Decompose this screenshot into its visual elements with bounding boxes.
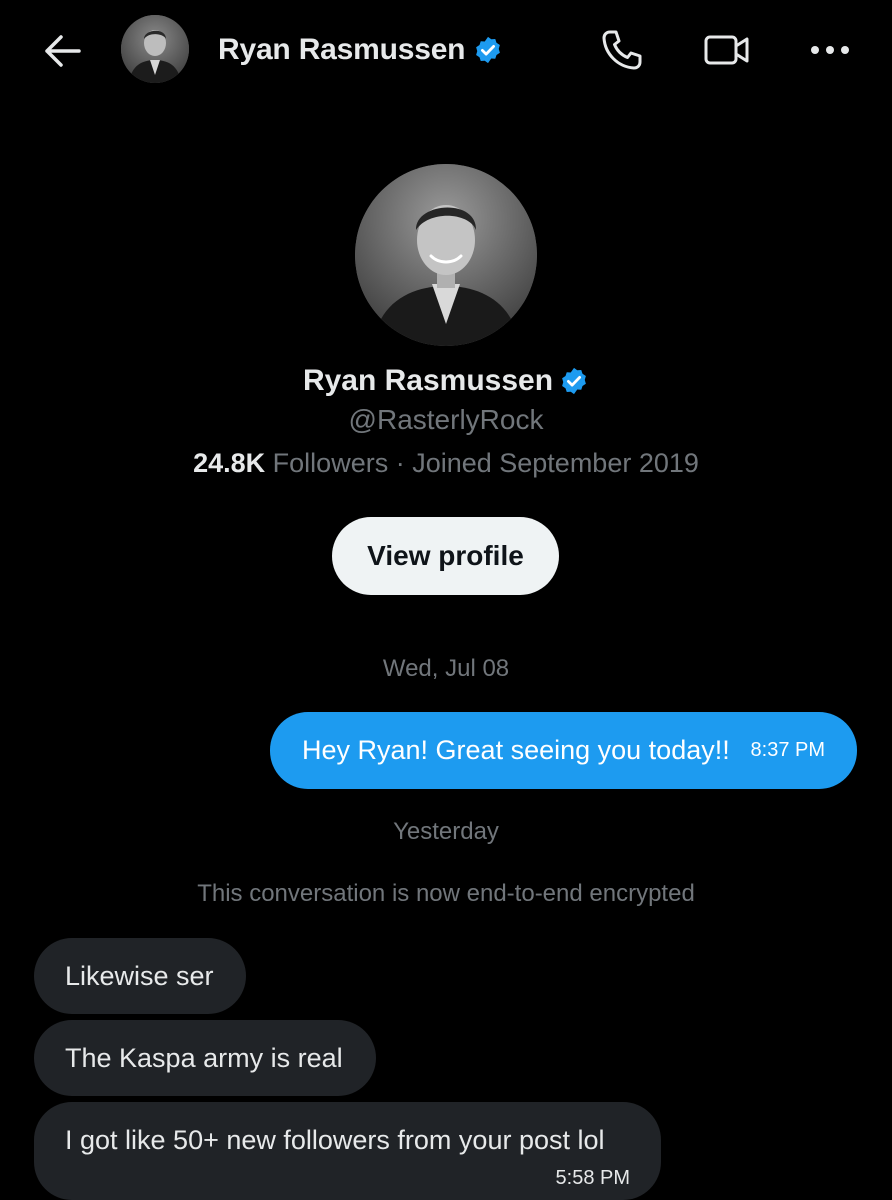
message-text: I got like 50+ new followers from your p… [65,1125,605,1155]
header-title[interactable]: Ryan Rasmussen [218,30,503,70]
chat-header: Ryan Rasmussen [0,0,892,98]
outgoing-message[interactable]: Hey Ryan! Great seeing you today!! 8:37 … [270,712,857,789]
profile-avatar[interactable] [355,164,537,346]
verified-badge-icon [559,366,589,396]
video-call-button[interactable] [701,24,753,76]
message-time: 5:58 PM [555,1167,630,1189]
profile-name: Ryan Rasmussen [0,360,892,402]
header-avatar[interactable] [121,15,189,83]
followers-joined-text: Followers · Joined September 2019 [272,448,699,478]
followers-count: 24.8K [193,448,266,478]
verified-badge-icon [473,35,503,65]
message-text: Likewise ser [65,961,214,991]
back-button[interactable] [36,26,86,76]
date-separator: Yesterday [393,818,499,845]
more-options-button[interactable] [804,24,856,76]
arrow-left-icon [39,31,83,71]
view-profile-button[interactable]: View profile [332,517,559,595]
profile-name-text: Ryan Rasmussen [302,364,554,397]
encryption-notice: This conversation is now end-to-end encr… [197,880,695,907]
date-separator: Wed, Jul 08 [382,655,510,682]
call-button[interactable] [596,24,648,76]
more-horizontal-icon [806,40,854,60]
message-text: Hey Ryan! Great seeing you today!! [302,735,730,765]
incoming-message[interactable]: The Kaspa army is real [34,1020,376,1096]
incoming-message[interactable]: I got like 50+ new followers from your p… [34,1102,661,1200]
incoming-message[interactable]: Likewise ser [34,938,246,1014]
message-time: 8:37 PM [750,739,825,761]
phone-icon [598,26,646,74]
profile-stats: 24.8K Followers · Joined September 2019 [0,448,892,479]
profile-handle: @RasterlyRock [348,404,544,435]
header-name-text: Ryan Rasmussen [218,33,466,66]
video-camera-icon [702,30,752,70]
message-text: The Kaspa army is real [65,1043,343,1073]
